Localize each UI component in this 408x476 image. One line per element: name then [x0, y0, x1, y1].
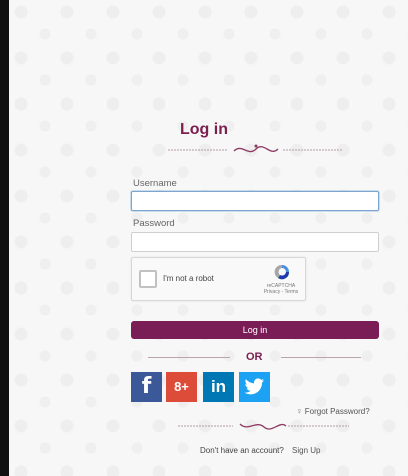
forgot-password-text: Forgot Password?	[304, 407, 370, 416]
left-edge-bar	[0, 0, 9, 476]
username-input[interactable]	[131, 191, 379, 211]
sign-up-link[interactable]: Sign Up	[292, 446, 320, 455]
google-plus-login-button[interactable]: 8+	[166, 372, 197, 402]
twitter-bird-icon	[244, 378, 265, 395]
no-account-text: Don't have an account?	[200, 446, 284, 455]
twitter-login-button[interactable]	[239, 372, 270, 402]
password-label: Password	[133, 218, 175, 229]
page-title: Log in	[180, 121, 228, 138]
linkedin-login-button[interactable]: in	[203, 372, 234, 402]
facebook-login-button[interactable]: f	[131, 372, 162, 402]
captcha-brand-text: reCAPTCHA Privacy - Terms	[258, 283, 304, 295]
facebook-icon: f	[141, 374, 152, 399]
bottom-flourish	[178, 423, 349, 430]
login-button[interactable]: Log in	[131, 321, 379, 339]
or-divider-right	[281, 357, 361, 358]
password-input[interactable]	[131, 232, 379, 252]
captcha-checkbox[interactable]	[139, 270, 157, 288]
title-flourish	[168, 144, 343, 153]
captcha-label: I'm not a robot	[163, 274, 214, 283]
forgot-password-link[interactable]: ♀ Forgot Password?	[296, 406, 370, 416]
recaptcha-widget: I'm not a robot reCAPTCHA Privacy - Term…	[131, 257, 306, 301]
linkedin-icon: in	[210, 377, 227, 396]
username-label: Username	[133, 178, 177, 189]
recaptcha-logo-icon	[274, 264, 290, 280]
or-divider-left	[148, 357, 230, 358]
or-text: OR	[246, 351, 263, 363]
google-plus-icon: 8+	[174, 379, 189, 394]
key-icon: ♀	[296, 406, 303, 416]
captcha-links[interactable]: Privacy - Terms	[258, 289, 304, 295]
